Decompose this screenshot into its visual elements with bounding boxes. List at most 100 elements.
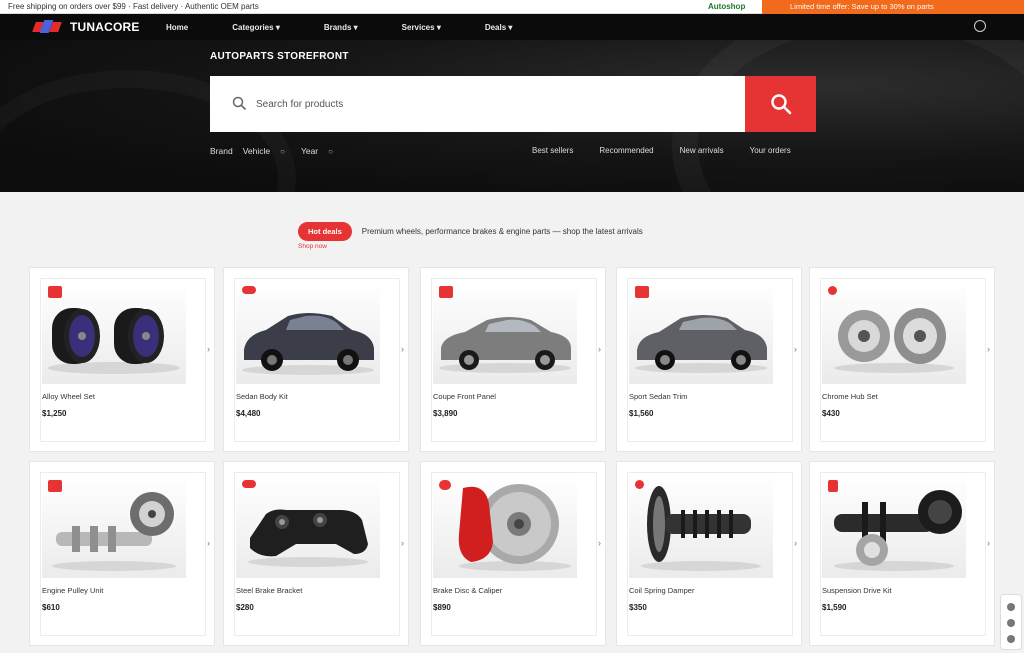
chevron-right-icon[interactable]: › <box>401 538 404 548</box>
product-card[interactable]: Alloy Wheel Set $1,250 › <box>29 267 215 452</box>
filter-year[interactable]: Year <box>301 146 318 156</box>
chat-icon[interactable] <box>1007 635 1015 643</box>
chevron-right-icon[interactable]: › <box>401 344 404 354</box>
brand-name: TUNACORE <box>70 20 140 34</box>
product-name: Suspension Drive Kit <box>822 586 892 595</box>
product-image <box>42 474 186 578</box>
autoshop-promo-link[interactable]: Autoshop <box>708 0 745 14</box>
product-name: Sedan Body Kit <box>236 392 288 401</box>
product-name: Alloy Wheel Set <box>42 392 95 401</box>
product-name: Coil Spring Damper <box>629 586 695 595</box>
product-card[interactable]: Engine Pulley Unit $610 › <box>29 461 215 646</box>
sale-badge-icon <box>48 286 62 298</box>
product-price: $430 <box>822 409 840 418</box>
nav-link-services[interactable]: Services ▾ <box>402 23 441 32</box>
product-card[interactable]: Steel Brake Bracket $280 › <box>223 461 409 646</box>
product-image <box>42 280 186 384</box>
brand-logo-icon <box>32 19 62 35</box>
chevron-right-icon[interactable]: › <box>207 344 210 354</box>
filter-vehicle-toggle-icon[interactable]: ○ <box>280 147 285 156</box>
quick-link-best-sellers[interactable]: Best sellers <box>532 146 573 155</box>
nav-link-deals[interactable]: Deals ▾ <box>485 23 513 32</box>
filter-brand[interactable]: Brand <box>210 146 233 156</box>
promo-row: Hot deals Premium wheels, performance br… <box>298 222 643 241</box>
product-name: Coupe Front Panel <box>433 392 496 401</box>
quick-link-new-arrivals[interactable]: New arrivals <box>680 146 724 155</box>
sale-badge-icon <box>242 286 256 294</box>
chevron-down-icon: ▾ <box>508 22 513 32</box>
vehicle-filters: Brand Vehicle ○ Year ○ <box>210 146 349 156</box>
share-icon[interactable] <box>1007 603 1015 611</box>
orange-promo-banner[interactable]: Limited time offer: Save up to 30% on pa… <box>762 0 1024 14</box>
chevron-down-icon: ▾ <box>436 22 441 32</box>
product-price: $1,560 <box>629 409 654 418</box>
chevron-right-icon[interactable]: › <box>987 538 990 548</box>
wishlist-icon[interactable] <box>1007 619 1015 627</box>
chevron-right-icon[interactable]: › <box>987 344 990 354</box>
brand-home-link[interactable]: TUNACORE <box>32 18 140 36</box>
product-price: $280 <box>236 603 254 612</box>
sale-badge-icon <box>635 286 649 298</box>
product-card[interactable]: Brake Disc & Caliper $890 › <box>420 461 606 646</box>
top-announcement-bar: Free shipping on orders over $99 · Fast … <box>0 0 1024 14</box>
product-card[interactable]: Suspension Drive Kit $1,590 › <box>809 461 995 646</box>
search-button[interactable] <box>745 76 816 132</box>
filter-year-toggle-icon[interactable]: ○ <box>328 147 333 156</box>
nav-link-brands[interactable]: Brands ▾ <box>324 23 358 32</box>
chevron-down-icon: ▾ <box>353 22 358 32</box>
product-name: Brake Disc & Caliper <box>433 586 503 595</box>
product-image <box>433 280 577 384</box>
quick-link-recommended[interactable]: Recommended <box>599 146 653 155</box>
sale-badge-icon <box>48 480 62 492</box>
chevron-right-icon[interactable]: › <box>794 538 797 548</box>
search-box <box>210 76 746 132</box>
nav-link-categories[interactable]: Categories ▾ <box>232 23 280 32</box>
hot-deals-pill[interactable]: Hot deals <box>298 222 352 241</box>
product-price: $350 <box>629 603 647 612</box>
chevron-right-icon[interactable]: › <box>207 538 210 548</box>
search-icon <box>771 94 792 115</box>
sale-badge-icon <box>242 480 256 488</box>
product-price: $1,590 <box>822 603 847 612</box>
sale-badge-icon <box>439 480 451 490</box>
product-image <box>629 280 773 384</box>
chevron-right-icon[interactable]: › <box>598 538 601 548</box>
hero-quick-links: Best sellers Recommended New arrivals Yo… <box>532 146 817 155</box>
user-account-icon[interactable] <box>974 20 986 32</box>
nav-links: Home Categories ▾ Brands ▾ Services ▾ De… <box>166 14 556 40</box>
sale-badge-icon <box>828 480 838 492</box>
chevron-down-icon: ▾ <box>275 22 280 32</box>
main-navbar: TUNACORE Home Categories ▾ Brands ▾ Serv… <box>0 14 1024 40</box>
product-price: $4,480 <box>236 409 261 418</box>
floating-side-toolbar <box>1000 594 1022 650</box>
chevron-right-icon[interactable]: › <box>794 344 797 354</box>
sale-badge-icon <box>439 286 453 298</box>
quick-link-your-orders[interactable]: Your orders <box>750 146 791 155</box>
product-price: $890 <box>433 603 451 612</box>
product-image <box>236 474 380 578</box>
announcement-text: Free shipping on orders over $99 · Fast … <box>8 2 259 11</box>
product-price: $3,890 <box>433 409 458 418</box>
product-price: $610 <box>42 603 60 612</box>
promo-text: Premium wheels, performance brakes & eng… <box>361 227 643 236</box>
product-card[interactable]: Chrome Hub Set $430 › <box>809 267 995 452</box>
product-name: Sport Sedan Trim <box>629 392 688 401</box>
search-input[interactable] <box>256 76 736 132</box>
product-card[interactable]: Sedan Body Kit $4,480 › <box>223 267 409 452</box>
product-image <box>822 474 966 578</box>
product-price: $1,250 <box>42 409 67 418</box>
filter-vehicle[interactable]: Vehicle <box>243 146 270 156</box>
nav-link-home[interactable]: Home <box>166 23 188 32</box>
search-icon <box>232 96 246 110</box>
chevron-right-icon[interactable]: › <box>598 344 601 354</box>
product-name: Engine Pulley Unit <box>42 586 104 595</box>
hero-title: AUTOPARTS STOREFRONT <box>210 51 349 62</box>
product-card[interactable]: Coupe Front Panel $3,890 › <box>420 267 606 452</box>
product-image <box>236 280 380 384</box>
product-card[interactable]: Coil Spring Damper $350 › <box>616 461 802 646</box>
shop-now-link[interactable]: Shop now <box>298 243 327 250</box>
hero-search-section: AUTOPARTS STOREFRONT Brand Vehicle ○ Yea… <box>0 40 1024 192</box>
product-image <box>822 280 966 384</box>
pin-icon <box>828 286 837 295</box>
product-card[interactable]: Sport Sedan Trim $1,560 › <box>616 267 802 452</box>
